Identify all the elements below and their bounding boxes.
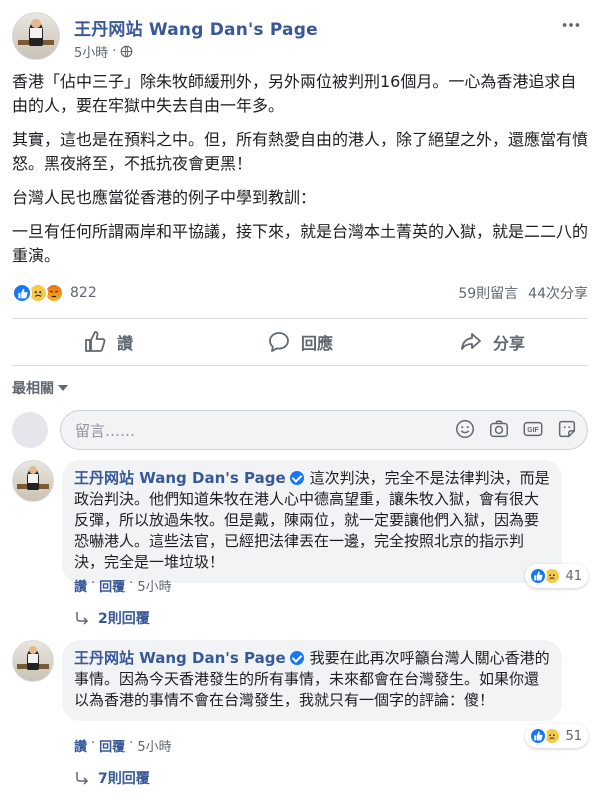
like-button-label: 讚	[116, 334, 133, 353]
globe-icon[interactable]	[120, 45, 133, 58]
separator: ·	[91, 736, 96, 751]
page-name-link[interactable]: 王丹网站 Wang Dan's Page	[74, 15, 318, 40]
comment-time[interactable]: 5小時	[137, 576, 171, 595]
separator: ·	[129, 736, 134, 751]
comment-reply-link[interactable]: 回覆	[99, 736, 125, 755]
share-count-link[interactable]: 44次分享	[528, 283, 588, 303]
sticker-icon[interactable]	[556, 418, 578, 440]
post-paragraph: 一旦有任何所謂兩岸和平協議，接下來，就是台灣本土菁英的入獄，就是二二八的重演。	[12, 222, 589, 265]
post-action-bar: 讚 回應 分享	[12, 318, 588, 366]
verified-badge-icon	[289, 471, 304, 485]
svg-text:GIF: GIF	[527, 427, 538, 434]
comment-like-link[interactable]: 讚	[74, 736, 87, 755]
comment-reply-link[interactable]: 回覆	[99, 576, 125, 595]
comment-sort-dropdown[interactable]: 最相關	[12, 378, 68, 398]
comment-actions: 讚 · 回覆 · 5小時	[74, 576, 172, 595]
comment-like-link[interactable]: 讚	[74, 576, 87, 595]
view-replies-link[interactable]: 2則回覆	[74, 608, 150, 628]
separator: ·	[91, 576, 96, 591]
emoji-icon[interactable]	[454, 418, 476, 440]
comment-count-link[interactable]: 59則留言	[458, 283, 518, 303]
verified-badge-icon	[289, 651, 304, 665]
post-paragraph: 香港「佔中三子」除朱牧師緩刑外，另外兩位被判刑16個月。一心為香港追求自由的人，…	[12, 72, 577, 115]
comment-composer: 留言…… GIF	[12, 408, 588, 452]
camera-icon[interactable]	[488, 418, 510, 440]
sort-label: 最相關	[12, 381, 54, 397]
comment-button[interactable]: 回應	[204, 319, 396, 365]
commenter-avatar[interactable]	[12, 640, 54, 682]
post-meta: 5小時 ·	[74, 42, 133, 61]
comment-actions: 讚 · 回覆 · 5小時	[74, 736, 172, 755]
like-reaction-icon	[12, 283, 32, 303]
comment-reactions[interactable]: 41	[525, 564, 588, 588]
replies-count: 7則回覆	[98, 771, 150, 787]
comment-button-label: 回應	[300, 334, 333, 353]
comment-time[interactable]: 5小時	[137, 736, 171, 755]
comment-bubble-icon	[269, 332, 289, 352]
like-button[interactable]: 讚	[12, 319, 204, 365]
caret-down-icon	[58, 385, 68, 391]
meta-separator: ·	[112, 44, 117, 59]
reply-arrow-icon	[76, 772, 89, 785]
comment-bubble: 王丹网站 Wang Dan's Page 我要在此再次呼籲台灣人關心香港的事情。因…	[62, 640, 562, 721]
comment-reaction-count: 51	[565, 728, 582, 744]
view-replies-link[interactable]: 7則回覆	[74, 768, 150, 788]
reactions-summary: 822 59則留言 44次分享	[12, 282, 588, 304]
comment-bubble: 王丹网站 Wang Dan's Page 這次判決，完全不是法律判決，而是政治判決…	[62, 460, 562, 583]
post-body: 香港「佔中三子」除朱牧師緩刑外，另外兩位被判刑16個月。一心為香港追求自由的人，…	[12, 70, 588, 278]
replies-count: 2則回覆	[98, 611, 150, 627]
commenter-avatar[interactable]	[12, 460, 54, 502]
share-arrow-icon	[461, 333, 481, 350]
reaction-count[interactable]: 822	[70, 285, 97, 301]
user-avatar	[12, 412, 48, 448]
thumbs-up-icon	[85, 331, 106, 352]
share-button-label: 分享	[492, 334, 525, 353]
page-avatar[interactable]	[12, 12, 60, 60]
reply-arrow-icon	[76, 612, 89, 625]
post-paragraph: 其實，這也是在預料之中。但，所有熱愛自由的港人，除了絕望之外，還應當有憤怒。黑夜…	[12, 130, 589, 173]
separator: ·	[129, 576, 134, 591]
more-options-icon[interactable]	[560, 14, 582, 36]
comment-reactions[interactable]: 51	[525, 724, 588, 748]
comment-input-placeholder: 留言……	[75, 421, 136, 440]
reaction-icons[interactable]	[12, 283, 64, 303]
post-header: 王丹网站 Wang Dan's Page 5小時 ·	[12, 12, 588, 62]
post-paragraph: 台灣人民也應當從香港的例子中學到教訓：	[12, 188, 317, 207]
comment-reaction-count: 41	[565, 568, 582, 584]
comment-author-link[interactable]: 王丹网站 Wang Dan's Page	[74, 469, 286, 487]
gif-icon[interactable]: GIF	[522, 418, 544, 440]
comment-author-link[interactable]: 王丹网站 Wang Dan's Page	[74, 649, 286, 667]
post-time[interactable]: 5小時	[74, 42, 108, 61]
share-button[interactable]: 分享	[396, 319, 588, 365]
